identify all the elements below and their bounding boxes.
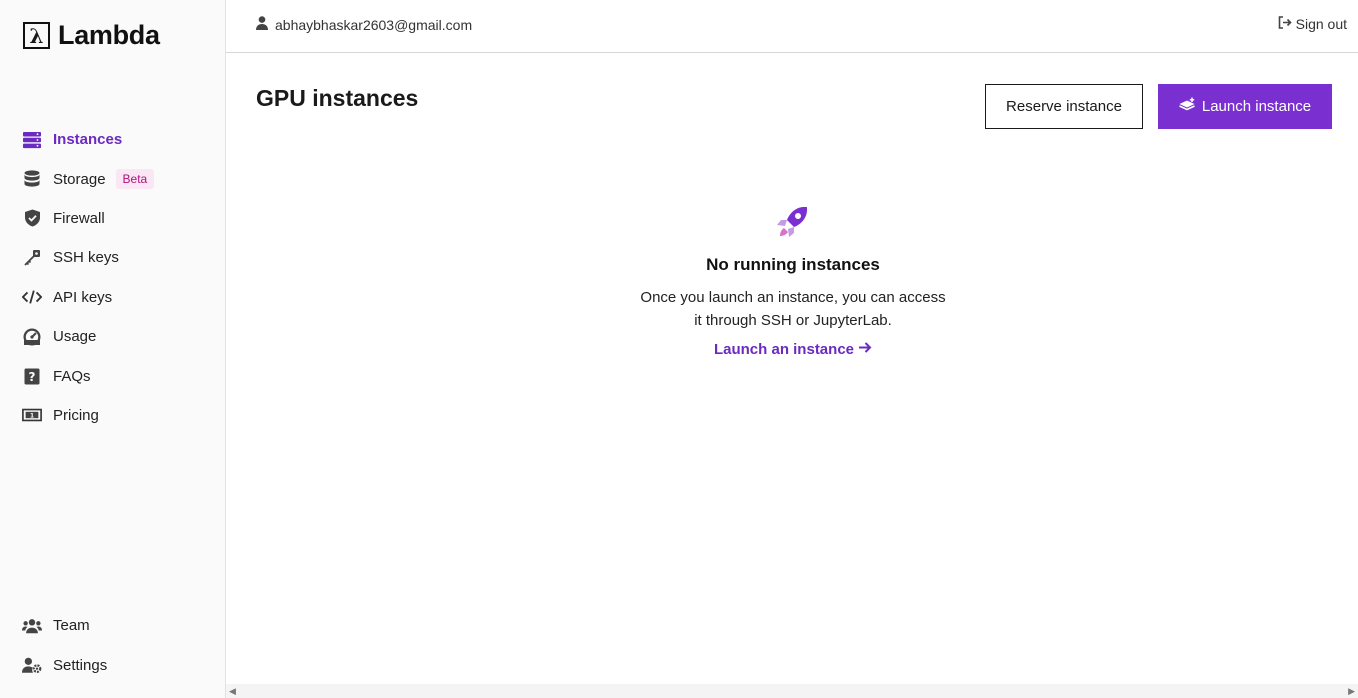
key-icon bbox=[22, 248, 42, 268]
layers-plus-icon bbox=[1179, 97, 1196, 117]
sidebar-item-label: SSH keys bbox=[53, 249, 119, 267]
user-account[interactable]: abhaybhaskar2603@gmail.com bbox=[256, 16, 472, 33]
sidebar-item-label: Pricing bbox=[53, 406, 99, 424]
sign-out-label: Sign out bbox=[1295, 16, 1347, 32]
launch-an-instance-link[interactable]: Launch an instance bbox=[714, 341, 872, 358]
page-title: GPU instances bbox=[256, 85, 419, 111]
sidebar-item-label: Instances bbox=[53, 131, 123, 149]
sidebar-item-label: Team bbox=[53, 617, 90, 635]
sidebar-item-label: Settings bbox=[53, 656, 108, 674]
user-icon bbox=[256, 16, 268, 33]
sign-out-icon bbox=[1278, 16, 1292, 32]
sidebar-item-label: FAQs bbox=[53, 367, 91, 385]
sidebar-item-settings[interactable]: Settings bbox=[0, 645, 225, 684]
rocket-icon bbox=[776, 204, 810, 240]
sidebar-item-pricing[interactable]: 1 Pricing bbox=[0, 396, 225, 435]
sidebar-item-usage[interactable]: Usage bbox=[0, 317, 225, 356]
sidebar-item-faqs[interactable]: ? FAQs bbox=[0, 356, 225, 395]
user-email: abhaybhaskar2603@gmail.com bbox=[275, 16, 473, 33]
scroll-left-icon[interactable]: ◀ bbox=[229, 686, 236, 696]
launch-instance-button[interactable]: Launch instance bbox=[1158, 84, 1332, 129]
sidebar: λ Lambda Instances Storage Beta Firewall bbox=[0, 0, 226, 698]
sidebar-item-team[interactable]: Team bbox=[0, 606, 225, 645]
sidebar-item-label: API keys bbox=[53, 288, 113, 306]
sidebar-item-ssh-keys[interactable]: SSH keys bbox=[0, 238, 225, 277]
top-bar: abhaybhaskar2603@gmail.com Sign out bbox=[226, 0, 1358, 53]
reserve-instance-button[interactable]: Reserve instance bbox=[985, 84, 1143, 129]
shield-icon bbox=[22, 208, 42, 228]
beta-badge: Beta bbox=[115, 169, 155, 190]
question-icon: ? bbox=[22, 366, 42, 386]
sidebar-item-instances[interactable]: Instances bbox=[0, 120, 225, 159]
sidebar-item-label: Firewall bbox=[53, 209, 105, 227]
svg-text:1: 1 bbox=[30, 414, 34, 420]
sign-out-button[interactable]: Sign out bbox=[1278, 16, 1347, 32]
scroll-right-icon[interactable]: ▶ bbox=[1348, 686, 1355, 696]
code-icon bbox=[22, 287, 42, 307]
brand-name: Lambda bbox=[58, 20, 160, 50]
main-content: GPU instances Reserve instance Launch in… bbox=[226, 54, 1358, 684]
sidebar-nav: Instances Storage Beta Firewall SSH keys bbox=[0, 120, 225, 435]
launch-an-instance-label: Launch an instance bbox=[713, 341, 855, 358]
users-icon bbox=[22, 616, 42, 636]
database-icon bbox=[22, 169, 42, 189]
sidebar-item-label: Usage bbox=[53, 328, 97, 346]
empty-state-title: No running instances bbox=[706, 255, 880, 274]
empty-state-description: Once you launch an instance, you can acc… bbox=[593, 286, 993, 332]
sidebar-item-api-keys[interactable]: API keys bbox=[0, 278, 225, 317]
empty-state-line: Once you launch an instance, you can acc… bbox=[640, 289, 946, 306]
horizontal-scrollbar[interactable]: ◀ ▶ bbox=[226, 684, 1358, 698]
launch-instance-label: Launch instance bbox=[1201, 98, 1312, 115]
arrow-right-icon bbox=[858, 341, 872, 358]
sidebar-item-label: Storage bbox=[53, 170, 106, 188]
lambda-logo[interactable]: λ Lambda bbox=[23, 20, 160, 51]
sidebar-bottom-nav: Team Settings bbox=[0, 606, 225, 685]
sidebar-item-storage[interactable]: Storage Beta bbox=[0, 159, 225, 198]
empty-state: No running instances Once you launch an … bbox=[593, 204, 993, 359]
user-gear-icon bbox=[22, 655, 42, 675]
empty-state-line: it through SSH or JupyterLab. bbox=[694, 312, 892, 329]
banknote-icon: 1 bbox=[22, 405, 42, 425]
gauge-icon bbox=[22, 327, 42, 347]
svg-text:?: ? bbox=[29, 370, 36, 384]
server-stack-icon bbox=[22, 130, 42, 150]
lambda-logo-icon: λ bbox=[23, 22, 50, 49]
sidebar-item-firewall[interactable]: Firewall bbox=[0, 199, 225, 238]
